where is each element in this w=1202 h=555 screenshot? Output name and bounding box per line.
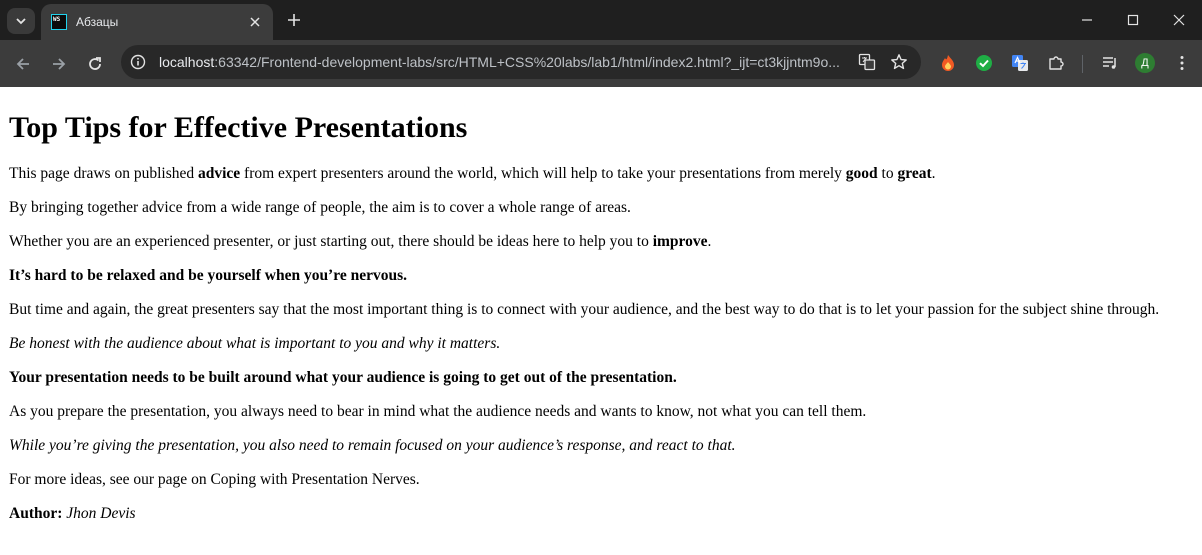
minimize-button[interactable] <box>1064 0 1110 40</box>
forward-arrow-icon <box>53 58 66 70</box>
reload-button[interactable] <box>81 50 109 78</box>
browser-toolbar: localhost:63342/Frontend-development-lab… <box>0 40 1202 87</box>
bold-text: great <box>897 165 932 182</box>
webstorm-favicon-icon: WS <box>51 14 67 30</box>
google-translate-extension-button[interactable] <box>1008 51 1032 75</box>
puzzle-icon <box>1049 56 1064 70</box>
bold-text: good <box>845 165 878 182</box>
translate-icon <box>858 53 876 71</box>
paragraph-honest: Be honest with the audience about what i… <box>9 335 501 352</box>
paragraph-built-around: Your presentation needs to be built arou… <box>9 369 677 386</box>
fire-extension-icon <box>942 55 954 71</box>
plus-icon <box>288 14 300 26</box>
media-queue-icon <box>1103 57 1116 69</box>
bold-text: advice <box>197 165 241 182</box>
window-close-button[interactable] <box>1156 0 1202 40</box>
text-segment: This page draws on published <box>9 165 198 182</box>
close-icon <box>250 17 260 27</box>
check-extension-button[interactable] <box>972 51 996 75</box>
kebab-menu-icon <box>1180 56 1184 70</box>
text-segment: Whether you are an experienced presenter… <box>9 233 653 250</box>
back-button[interactable] <box>9 50 37 78</box>
browser-chrome: WS Абзацы localhost:63342/Frontend-devel… <box>0 0 1202 87</box>
paragraph-improve: Whether you are an experienced presenter… <box>9 233 1193 251</box>
new-tab-button[interactable] <box>283 9 305 31</box>
page-content: Top Tips for Effective Presentations Thi… <box>0 111 1202 523</box>
window-controls <box>1064 0 1202 40</box>
tab-strip: WS Абзацы <box>0 0 1202 40</box>
paragraph-author: Author: Jhon Devis <box>9 505 1193 523</box>
translate-button[interactable] <box>855 50 879 74</box>
reload-icon <box>89 57 101 70</box>
browser-menu-button[interactable] <box>1170 51 1194 75</box>
profile-avatar[interactable]: Д <box>1135 53 1155 73</box>
url-host: localhost <box>159 54 215 70</box>
minimize-icon <box>1082 19 1092 21</box>
star-icon <box>891 54 907 70</box>
bookmark-button[interactable] <box>887 50 911 74</box>
paragraph-intro: This page draws on published advice from… <box>9 165 1193 183</box>
paragraph-focused: While you’re giving the presentation, yo… <box>9 437 736 454</box>
paragraph-relaxed: It’s hard to be relaxed and be yourself … <box>9 267 407 284</box>
author-label: Author: <box>9 505 63 522</box>
toolbar-divider <box>1082 55 1083 73</box>
maximize-button[interactable] <box>1110 0 1156 40</box>
tab-close-button[interactable] <box>247 14 263 30</box>
text-segment: to <box>877 165 898 182</box>
address-bar[interactable]: localhost:63342/Frontend-development-lab… <box>121 45 921 79</box>
paragraph-connect: But time and again, the great presenters… <box>9 301 1160 318</box>
paragraph-more-ideas: For more ideas, see our page on Coping w… <box>9 471 420 488</box>
url-text[interactable]: localhost:63342/Frontend-development-lab… <box>159 54 847 70</box>
chevron-down-icon <box>16 18 26 25</box>
paragraph-prepare: As you prepare the presentation, you alw… <box>9 403 867 420</box>
media-queue-button[interactable] <box>1098 51 1122 75</box>
url-path: :63342/Frontend-development-labs/src/HTM… <box>214 54 840 70</box>
site-info-button[interactable] <box>125 49 151 75</box>
bold-text: improve <box>652 233 708 250</box>
text-segment: from expert presenters around the world,… <box>240 165 846 182</box>
forward-button[interactable] <box>45 50 73 78</box>
back-arrow-icon <box>16 58 29 70</box>
paragraph-range: By bringing together advice from a wide … <box>9 199 631 216</box>
tab-active[interactable]: WS Абзацы <box>41 4 273 40</box>
tab-title: Абзацы <box>76 15 119 29</box>
window-close-icon <box>1173 14 1185 26</box>
google-translate-extension-icon <box>1012 55 1028 71</box>
info-icon <box>130 54 146 70</box>
text-segment: . <box>931 165 936 182</box>
extensions-button[interactable] <box>1044 51 1068 75</box>
fire-extension-button[interactable] <box>936 51 960 75</box>
text-segment: . <box>707 233 712 250</box>
tab-search-button[interactable] <box>7 8 35 34</box>
author-name: Jhon Devis <box>62 505 136 522</box>
check-extension-icon <box>976 55 992 71</box>
maximize-icon <box>1127 14 1139 26</box>
page-title: Top Tips for Effective Presentations <box>9 111 468 144</box>
